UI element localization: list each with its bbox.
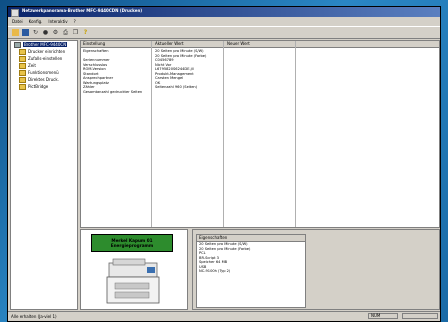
folder-icon (19, 76, 26, 83)
row-name: Standort (83, 71, 99, 76)
column-header-current[interactable]: Aktueller Wert (155, 41, 184, 46)
column-divider (295, 41, 296, 227)
status-indicator-num: NUM (368, 313, 398, 319)
properties-table: Einstellung Aktueller Wert Neuer Wert Ei… (80, 40, 440, 228)
app-icon (11, 9, 19, 17)
tree-item-label: Zufalls-einstellen (28, 56, 63, 61)
folder-icon (19, 62, 26, 69)
folder-icon (19, 55, 26, 62)
menu-help[interactable]: ? (74, 19, 76, 24)
column-header-new[interactable]: Neuer Wert (227, 41, 250, 46)
tree-item-pictbridge[interactable]: PictBridge (11, 83, 77, 90)
row-value: Seitenzahl 960 (Seiten) (155, 85, 198, 89)
title-bar[interactable]: Netzwerkpanorama-Brother MFC-9440CDN (Dr… (8, 7, 440, 17)
row-value: Produkt-Management (155, 71, 194, 76)
row-name: Ansprechpartner (83, 76, 114, 80)
settings-icon[interactable]: ⚙ (52, 29, 59, 36)
folder-icon (19, 83, 26, 90)
tree-item-label: Funktionsmenü (28, 70, 59, 75)
status-text: Alle erhalten (Ja-viel 1) (11, 314, 57, 319)
save-icon[interactable] (22, 29, 29, 36)
tree-item-zufall[interactable]: Zufalls-einstellen (11, 55, 77, 62)
printer-preview-panel: Merkel Kapum 01 Energieprogramm (80, 229, 188, 310)
window-title: Netzwerkpanorama-Brother MFC-9440CDN (Dr… (22, 8, 143, 13)
tree-item-drucker[interactable]: Drucker einrichten (11, 48, 77, 55)
status-bar: Alle erhalten (Ja-viel 1) NUM (8, 311, 440, 321)
row-value: Nicht Vor (155, 62, 172, 67)
menu-datei[interactable]: Datei (12, 19, 23, 24)
row-name: Verschlusslos (83, 62, 108, 67)
list-item: NC-9100h (Typ 2) (199, 269, 231, 273)
menu-bar: Datei Konfig. Interaktiv ? (8, 17, 440, 26)
column-header-setting[interactable]: Einstellung (83, 41, 105, 46)
properties-list: Eigenschaften 20 Seiten pro Minute (S/W)… (196, 234, 306, 308)
tree-item-label: Direktes Druck. (28, 77, 59, 82)
menu-konfig[interactable]: Konfig. (29, 19, 43, 24)
row-name: ROM-Version (83, 67, 106, 71)
open-folder-icon[interactable] (12, 29, 19, 36)
row-name: Seriennummer (83, 58, 110, 62)
tree-item-label: PictBridge (28, 84, 49, 89)
row-name: Eigenschaften (83, 49, 109, 53)
tree-item-label: Drucker einrichten (28, 49, 66, 54)
tree-root-label: Brother MFC-9440CN (23, 42, 68, 47)
row-value: Carsten Mengel (155, 76, 184, 80)
printer-banner: Merkel Kapum 01 Energieprogramm (91, 234, 173, 252)
copy-icon[interactable]: ❐ (72, 29, 79, 36)
tree-item-zeit[interactable]: Zeit (11, 62, 77, 69)
row-value: L6795820S6244DE.jll (155, 67, 194, 71)
menu-interaktiv[interactable]: Interaktiv (48, 19, 67, 24)
banner-line-2: Energieprogramm (110, 243, 154, 248)
folder-icon (19, 69, 26, 76)
printer-icon (14, 41, 21, 48)
toolbar: ↻ ● ⚙ ⎙ ❐ ? (8, 26, 440, 39)
row-name: Zähler (83, 85, 95, 89)
help-icon[interactable]: ? (82, 29, 89, 36)
tree-item-direktdruck[interactable]: Direktes Druck. (11, 76, 77, 83)
app-window: Netzwerkpanorama-Brother MFC-9440CDN (Dr… (7, 6, 441, 322)
tree-item-label: Zeit (28, 63, 36, 68)
row-value: 20 Seiten pro Minute (Farbe) (155, 53, 207, 58)
table-header: Einstellung Aktueller Wert Neuer Wert (81, 41, 439, 48)
tree-root-item[interactable]: Brother MFC-9440CN (11, 41, 77, 48)
stop-icon[interactable]: ● (42, 29, 49, 36)
printer-image (106, 258, 160, 304)
column-divider (151, 41, 152, 227)
refresh-icon[interactable]: ↻ (32, 29, 39, 36)
details-panel: Eigenschaften 20 Seiten pro Minute (S/W)… (192, 229, 440, 310)
row-value: 20 Seiten pro Minute (S/W) (155, 49, 204, 53)
row-name: Gesamtanzahl gedruckter Seiten (83, 89, 143, 94)
properties-list-header: Eigenschaften (197, 235, 305, 242)
status-indicator (402, 313, 438, 319)
row-value: C0456789 (155, 58, 174, 62)
navigation-tree: Brother MFC-9440CN Drucker einrichten Zu… (10, 40, 78, 310)
column-divider (223, 41, 224, 227)
row-name: Wartungsplatz (83, 80, 109, 85)
folder-icon (19, 48, 26, 55)
row-value: OK (155, 80, 161, 85)
print-icon[interactable]: ⎙ (62, 29, 69, 36)
tree-item-funktion[interactable]: Funktionsmenü (11, 69, 77, 76)
